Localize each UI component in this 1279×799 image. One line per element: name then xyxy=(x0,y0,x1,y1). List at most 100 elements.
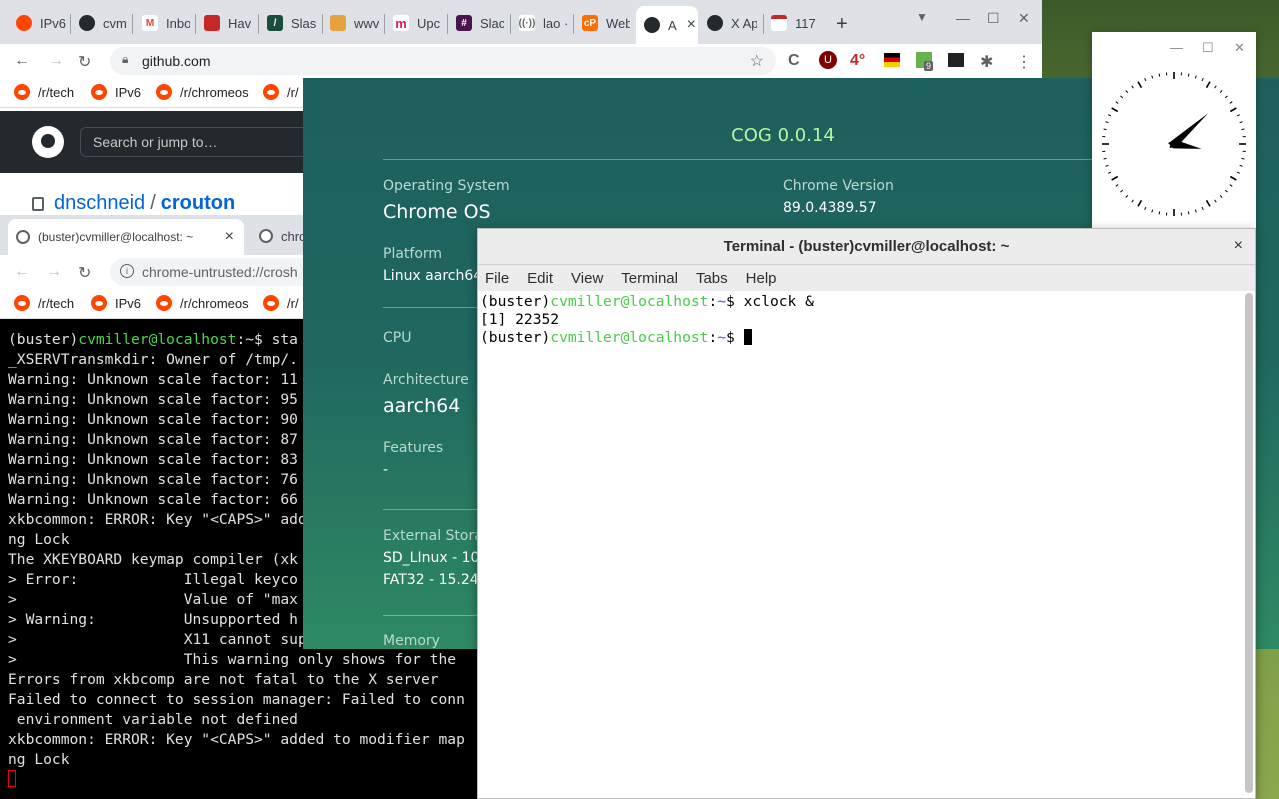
forward-icon[interactable]: → xyxy=(46,263,62,281)
reload-icon[interactable]: ↻ xyxy=(78,263,91,283)
back-icon[interactable]: ← xyxy=(14,52,30,70)
github-logo-icon[interactable] xyxy=(32,126,64,158)
divider xyxy=(383,159,1183,160)
repo-owner-link[interactable]: dnschneid xyxy=(54,192,145,215)
close-window-icon[interactable]: ✕ xyxy=(1234,40,1245,56)
gate-icon xyxy=(771,15,787,31)
weather-extension-icon[interactable]: 4° xyxy=(850,52,865,70)
tab-label: 117 xyxy=(795,15,816,31)
reddit-icon xyxy=(156,295,172,311)
prompt-user: cvmiller@localhost xyxy=(550,293,709,310)
repo-breadcrumb: dnschneid / crouton xyxy=(32,192,235,215)
extension-c-icon[interactable]: C xyxy=(788,52,800,70)
bookmark-item[interactable]: IPv6 xyxy=(91,295,141,311)
flag-icon[interactable] xyxy=(884,53,900,67)
clock-tick xyxy=(1194,209,1197,213)
tab-inbox[interactable]: M Inbo xyxy=(142,8,190,38)
menu-help[interactable]: Help xyxy=(746,270,777,287)
scrollbar[interactable] xyxy=(1245,293,1253,793)
clock-tick xyxy=(1214,199,1217,203)
tab-crosh-active[interactable]: (buster)cvmiller@localhost: ~ × xyxy=(8,219,244,255)
tab-upcoming[interactable]: m Upc xyxy=(393,8,441,38)
menu-tabs[interactable]: Tabs xyxy=(696,270,728,287)
tab-lao[interactable]: ((·)) lao · xyxy=(519,8,567,38)
clock-tick xyxy=(1214,85,1217,89)
bookmark-item[interactable]: /r/tech xyxy=(14,295,74,311)
terminal-line: > This warning only shows for the xyxy=(8,651,457,668)
storage-item: FAT32 - 15.242 xyxy=(383,572,488,588)
terminal-output[interactable]: (buster)cvmiller@localhost:~$ xclock & [… xyxy=(478,291,1243,798)
tab-label: Web xyxy=(606,15,630,31)
tab-close-icon[interactable]: × xyxy=(687,16,696,34)
maximize-icon[interactable]: ☐ xyxy=(1202,40,1214,56)
bookmark-item[interactable]: /r/tech xyxy=(14,84,74,100)
output-line: [1] 22352 xyxy=(480,311,560,328)
tab-web[interactable]: cP Web xyxy=(582,8,630,38)
tab-slack[interactable]: # Slac xyxy=(456,8,504,38)
tab-github-active[interactable]: A × xyxy=(636,6,698,44)
clock-tick xyxy=(1194,75,1197,79)
menu-edit[interactable]: Edit xyxy=(527,270,553,287)
clock-tick xyxy=(1151,75,1154,79)
bookmark-item[interactable]: IPv6 xyxy=(91,84,141,100)
clock-tick xyxy=(1239,164,1243,167)
clock-tick xyxy=(1120,95,1124,99)
terminal-extension-icon[interactable] xyxy=(948,53,964,67)
clock-tick xyxy=(1131,199,1134,203)
tab-slashdot[interactable]: / Slas xyxy=(267,8,317,38)
new-tab-button[interactable]: + xyxy=(836,13,848,36)
maximize-icon[interactable]: ☐ xyxy=(987,10,1000,27)
close-window-icon[interactable]: ✕ xyxy=(1018,10,1030,27)
tab-label: (buster)cvmiller@localhost: ~ xyxy=(38,230,194,244)
prompt-user: cvmiller@localhost xyxy=(550,329,709,346)
url-text: github.com xyxy=(142,53,211,69)
clock-tick xyxy=(1219,90,1223,94)
menu-terminal[interactable]: Terminal xyxy=(621,270,678,287)
badge-count: 9 xyxy=(924,61,934,71)
tab-ipv6[interactable]: IPv6 xyxy=(16,8,68,38)
ublock-icon[interactable]: U xyxy=(819,51,837,69)
bookmark-item[interactable]: /r/ xyxy=(263,295,299,311)
menu-view[interactable]: View xyxy=(571,270,603,287)
back-icon[interactable]: ← xyxy=(14,263,30,281)
address-bar[interactable]: 🔒︎ github.com ☆ xyxy=(110,47,776,75)
repo-name-link[interactable]: crouton xyxy=(161,192,235,215)
forward-icon[interactable]: → xyxy=(48,52,64,70)
tab-close-icon[interactable]: × xyxy=(225,228,236,246)
clock-tick xyxy=(1151,209,1154,213)
tab-hav[interactable]: Hav xyxy=(204,8,252,38)
browser-toolbar: ← → ↻ 🔒︎ github.com ☆ C U 4° 9 ✱ ⋮ xyxy=(0,44,1042,78)
text-cursor xyxy=(743,329,752,345)
bookmark-item[interactable]: /r/chromeos xyxy=(156,84,249,100)
clock-tick xyxy=(1137,81,1143,89)
close-window-icon[interactable]: × xyxy=(1234,237,1243,255)
tab-search-icon[interactable]: ▼ xyxy=(916,10,928,24)
clock-tick xyxy=(1205,199,1211,207)
tab-cvm[interactable]: cvm xyxy=(79,8,127,38)
menu-file[interactable]: File xyxy=(485,270,509,287)
minimize-icon[interactable]: — xyxy=(1170,40,1183,55)
clock-tick xyxy=(1224,189,1228,193)
tab-117[interactable]: 117 xyxy=(771,8,821,38)
puzzle-icon[interactable]: ✱ xyxy=(980,52,993,72)
star-icon[interactable]: ☆ xyxy=(750,51,764,71)
menu-icon[interactable]: ⋮ xyxy=(1016,52,1032,72)
tab-wwv[interactable]: wwv xyxy=(330,8,380,38)
terminal-titlebar[interactable]: Terminal - (buster)cvmiller@localhost: ~… xyxy=(478,229,1255,265)
minimize-icon[interactable]: — xyxy=(956,10,970,26)
bookmark-item[interactable]: /r/ xyxy=(263,84,299,100)
tab-label: A xyxy=(668,17,677,33)
reload-icon[interactable]: ↻ xyxy=(78,52,91,72)
bookmark-label: /r/tech xyxy=(38,295,75,311)
reddit-icon xyxy=(156,84,172,100)
tab-x-api[interactable]: X Ap xyxy=(707,8,757,38)
url-text: chrome-untrusted://crosh xyxy=(142,264,298,280)
repo-icon xyxy=(32,196,44,211)
meetup-icon: m xyxy=(393,15,409,31)
xclock-window[interactable]: — ☐ ✕ xyxy=(1092,32,1256,228)
clock-tick xyxy=(1115,184,1119,187)
clock-tick xyxy=(1125,90,1129,94)
lock-icon: 🔒︎ xyxy=(122,52,129,66)
bookmark-item[interactable]: /r/chromeos xyxy=(156,295,249,311)
clock-tick xyxy=(1115,101,1119,104)
